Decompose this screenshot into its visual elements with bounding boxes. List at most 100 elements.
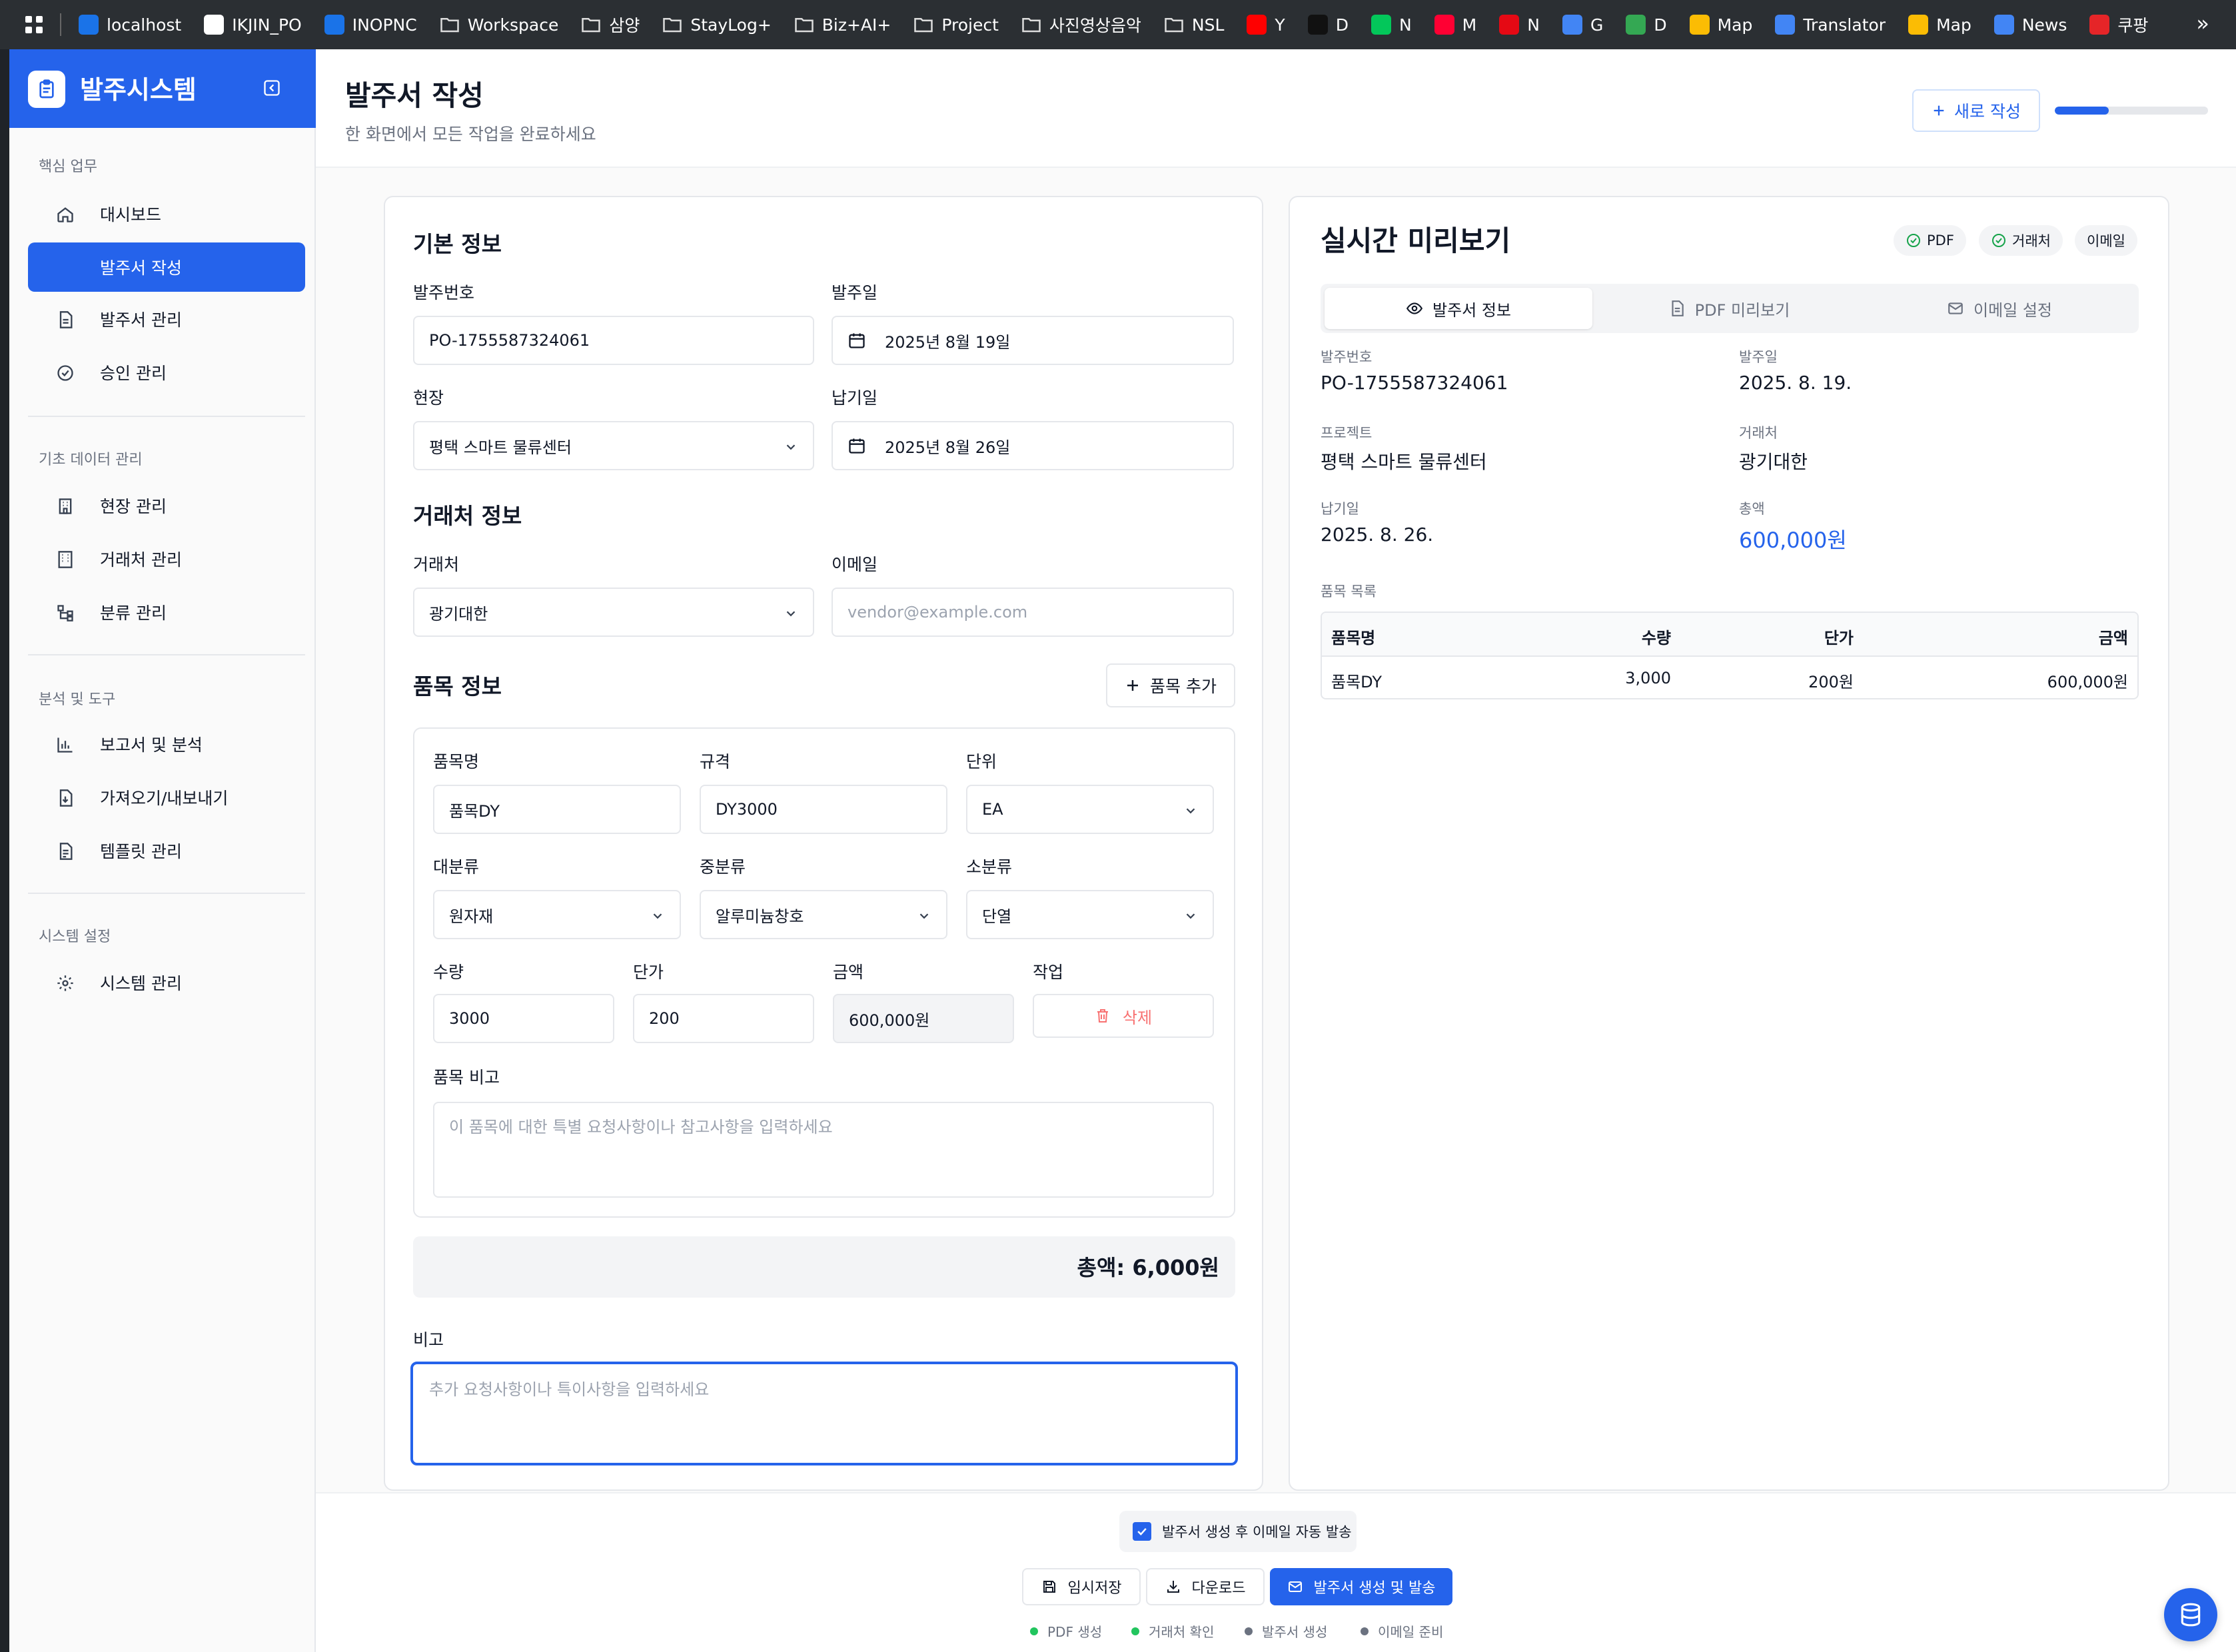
item-note-textarea[interactable]: 이 품목에 대한 특별 요청사항이나 참고사항을 입력하세요 [433, 1102, 1214, 1198]
save-draft-button[interactable]: 임시저장 [1022, 1568, 1141, 1605]
bookmark-label: IKJIN_PO [232, 15, 302, 35]
sidebar-item-create-po[interactable]: 발주서 작성 [28, 242, 305, 292]
major-category-value: 원자재 [449, 907, 494, 926]
item-unit-select[interactable]: EA [966, 785, 1214, 834]
minor-category-select[interactable]: 단열 [966, 890, 1214, 939]
column-header: 품목명 [1331, 629, 1376, 647]
delete-item-button[interactable]: 삭제 [1033, 994, 1214, 1038]
preview-total-label: 총액 [1739, 501, 1765, 517]
status-dot [1245, 1627, 1253, 1635]
sidebar-item-categories[interactable]: 분류 관리 [28, 588, 305, 637]
bookmark-item[interactable]: 쿠팡 [2089, 13, 2148, 37]
po-number-field[interactable]: PO-1755587324061 [413, 316, 814, 365]
bookmarks-more-icon[interactable]: » [2196, 11, 2209, 36]
sidebar-item-vendors[interactable]: 거래처 관리 [28, 534, 305, 584]
tab-po-info[interactable]: 발주서 정보 [1325, 288, 1592, 329]
bookmarks-separator [60, 13, 61, 36]
sidebar-item-sites[interactable]: 현장 관리 [28, 481, 305, 530]
chevron-down-icon [1183, 803, 1198, 818]
table-cell: 3,000 [1625, 669, 1671, 687]
bookmark-item[interactable]: Y [1247, 15, 1285, 35]
trash-icon [1095, 1008, 1111, 1024]
bookmark-item[interactable]: NSL [1164, 15, 1224, 35]
bookmark-label: N [1398, 15, 1412, 35]
bookmark-item[interactable]: D [1307, 15, 1349, 35]
site-select[interactable]: 평택 스마트 물류센터 [413, 421, 814, 470]
bookmark-item[interactable]: 사진영상음악 [1021, 13, 1141, 37]
action-label: 작업 [1033, 963, 1064, 982]
amount-value: 600,000원 [849, 1011, 930, 1030]
bookmark-item[interactable]: Map [1689, 15, 1752, 35]
middle-category-select[interactable]: 알루미늄창호 [700, 890, 947, 939]
bookmark-label: Map [1936, 15, 1971, 35]
sidebar-item-label: 대시보드 [100, 205, 162, 224]
sidebar-item-dashboard[interactable]: 대시보드 [28, 189, 305, 238]
bookmark-item[interactable]: News [1993, 15, 2067, 35]
bookmark-item[interactable]: Map [1908, 15, 1971, 35]
item-name-field[interactable]: 품목DY [433, 785, 681, 834]
email-field[interactable]: vendor@example.com [832, 588, 1234, 637]
sidebar-item-templates[interactable]: 템플릿 관리 [28, 826, 305, 875]
bookmark-item[interactable]: Project [913, 15, 999, 35]
new-po-button[interactable]: 새로 작성 [1912, 89, 2040, 132]
bookmark-item[interactable]: Workspace [440, 15, 558, 35]
status-dot [1131, 1627, 1139, 1635]
database-fab-button[interactable] [2164, 1588, 2217, 1641]
bookmark-item[interactable]: INOPNC [324, 15, 417, 35]
bookmark-item[interactable]: N [1371, 15, 1412, 35]
apps-grid-icon[interactable] [24, 15, 44, 35]
sidebar-collapse-icon[interactable] [263, 79, 282, 99]
page-title: 발주서 작성 [345, 79, 484, 112]
order-date-picker[interactable]: 2025년 8월 19일 [832, 316, 1234, 365]
major-category-select[interactable]: 원자재 [433, 890, 681, 939]
home-icon [56, 205, 75, 224]
favicon-icon [1434, 15, 1454, 35]
add-item-button[interactable]: 품목 추가 [1106, 663, 1235, 707]
tab-pdf-preview[interactable]: PDF 미리보기 [1595, 288, 1863, 329]
table-header [1322, 613, 2137, 657]
page-subtitle: 한 화면에서 모든 작업을 완료하세요 [345, 125, 596, 144]
item-spec-field[interactable]: DY3000 [700, 785, 947, 834]
generate-send-label: 발주서 생성 및 발송 [1313, 1580, 1436, 1597]
sidebar-item-reports[interactable]: 보고서 및 분석 [28, 719, 305, 769]
unit-price-field[interactable]: 200 [633, 994, 814, 1043]
add-item-label: 품목 추가 [1150, 677, 1217, 696]
bookmark-item[interactable]: 삼양 [581, 13, 640, 37]
nav-group-system: 시스템 설정 [39, 929, 111, 945]
tab-email-settings[interactable]: 이메일 설정 [1866, 288, 2133, 329]
bookmark-item[interactable]: N [1499, 15, 1540, 35]
nav-group-core: 핵심 업무 [39, 159, 97, 175]
bookmark-item[interactable]: Translator [1775, 15, 1886, 35]
bookmark-item[interactable]: D [1626, 15, 1667, 35]
item-note-label: 품목 비고 [433, 1068, 500, 1087]
bookmark-label: StayLog+ [690, 15, 772, 35]
folder-icon [1164, 16, 1184, 33]
sidebar-item-po-manage[interactable]: 발주서 관리 [28, 294, 305, 344]
bookmark-item[interactable]: StayLog+ [662, 15, 772, 35]
download-button[interactable]: 다운로드 [1146, 1568, 1265, 1605]
delivery-date-picker[interactable]: 2025년 8월 26일 [832, 421, 1234, 470]
sidebar-item-import-export[interactable]: 가져오기/내보내기 [28, 773, 305, 822]
bookmark-item[interactable]: IKJIN_PO [204, 15, 302, 35]
sidebar: 발주시스템 핵심 업무 대시보드 발주서 작성 발주서 관리 승인 관리 기초 … [9, 49, 316, 1652]
favicon-icon [204, 15, 225, 35]
document-icon [1668, 300, 1686, 317]
sidebar-item-approval[interactable]: 승인 관리 [28, 348, 305, 397]
folder-icon [913, 16, 933, 33]
bookmark-item[interactable]: Biz+AI+ [794, 15, 891, 35]
quantity-field[interactable]: 3000 [433, 994, 614, 1043]
preview-tabs: 발주서 정보 PDF 미리보기 이메일 설정 [1321, 284, 2139, 333]
favicon-icon [324, 15, 344, 35]
sidebar-item-system[interactable]: 시스템 관리 [28, 958, 305, 1007]
sidebar-item-label: 분류 관리 [100, 604, 167, 623]
generate-send-button[interactable]: 발주서 생성 및 발송 [1270, 1568, 1452, 1605]
column-header: 단가 [1824, 629, 1854, 647]
auto-email-checkbox[interactable] [1133, 1522, 1151, 1541]
bookmark-item[interactable]: M [1434, 15, 1476, 35]
vendor-select[interactable]: 광기대한 [413, 588, 814, 637]
bookmark-item[interactable]: localhost [79, 15, 181, 35]
auto-email-label: 발주서 생성 후 이메일 자동 발송 [1162, 1524, 1352, 1540]
remark-textarea[interactable]: 추가 요청사항이나 특이사항을 입력하세요 [410, 1362, 1238, 1465]
preview-delivery-label: 납기일 [1321, 501, 1359, 517]
bookmark-item[interactable]: G [1562, 15, 1603, 35]
